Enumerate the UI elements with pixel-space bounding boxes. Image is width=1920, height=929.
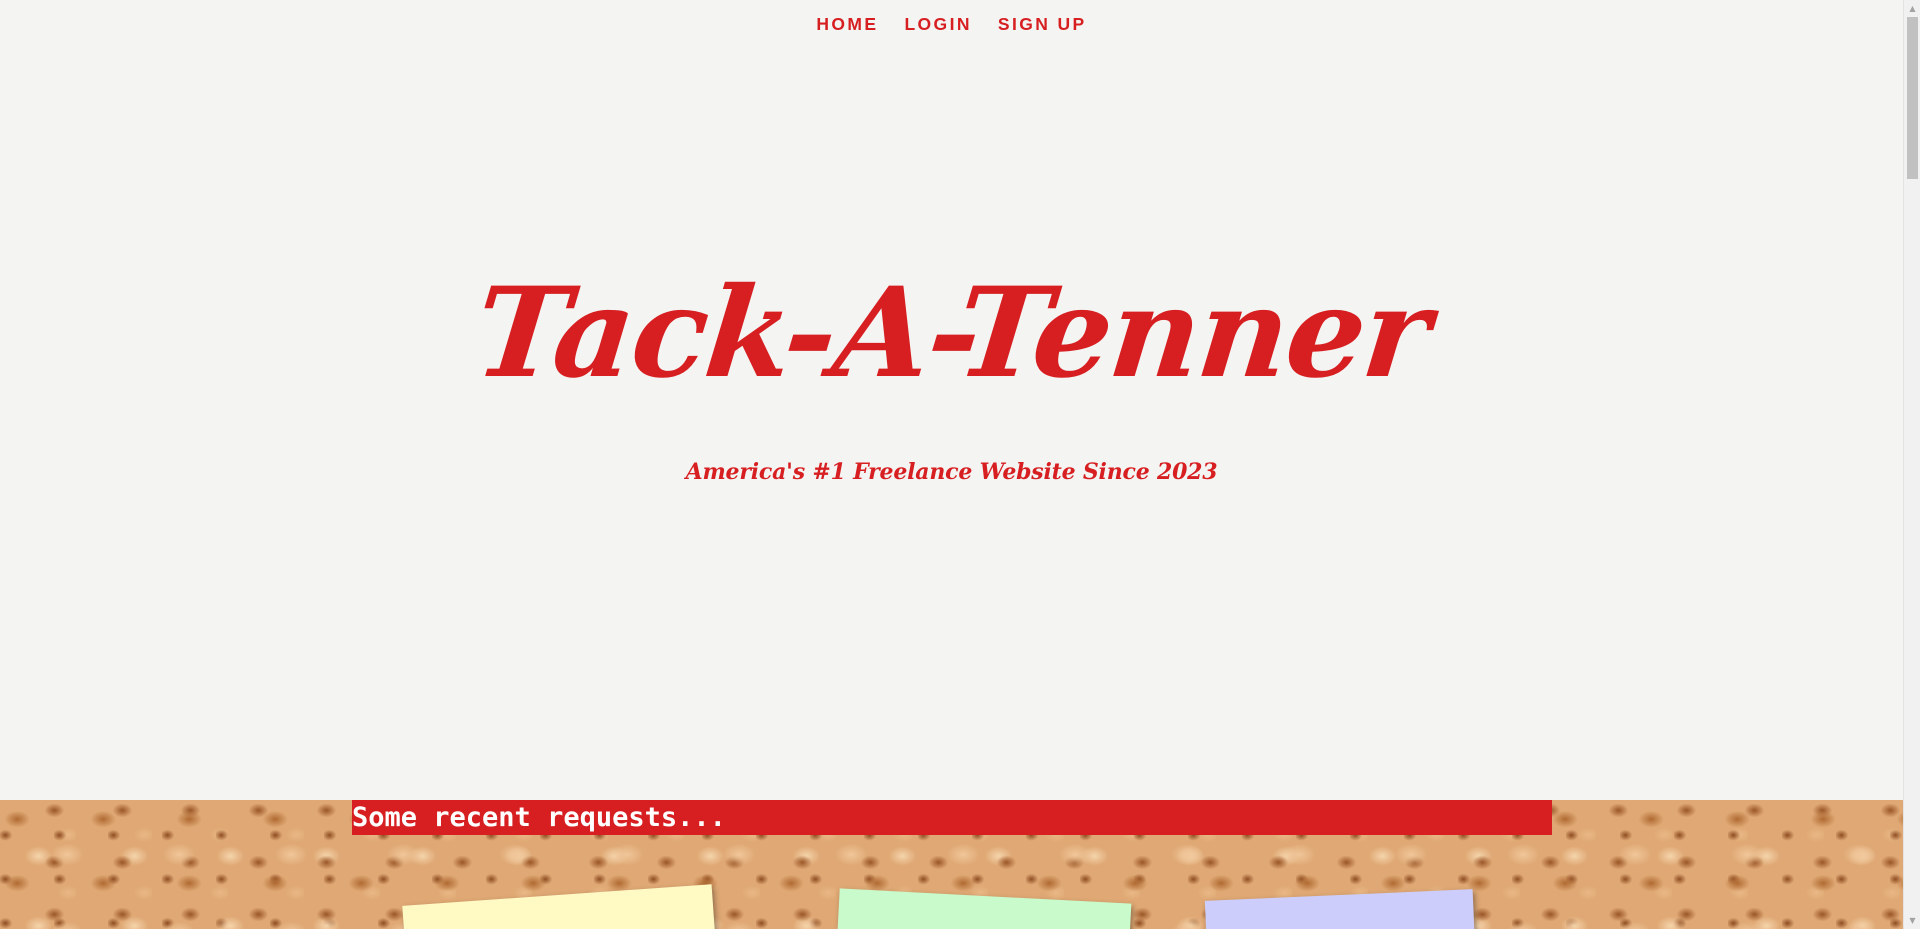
site-tagline: America's #1 Freelance Website Since 202…: [685, 459, 1218, 485]
site-title: Tack-A-Tenner: [468, 261, 1435, 406]
request-note-card[interactable]: [402, 884, 716, 929]
recent-requests-heading: Some recent requests...: [352, 800, 1552, 835]
chevron-up-icon[interactable]: ▲: [1904, 0, 1920, 17]
nav-signup-link[interactable]: SIGN UP: [998, 14, 1087, 35]
request-note-card[interactable]: [1204, 889, 1476, 929]
corkboard-section: Some recent requests...: [0, 800, 1903, 929]
request-note-card[interactable]: [836, 888, 1132, 929]
vertical-scrollbar[interactable]: ▲ ▼: [1903, 0, 1920, 929]
page: HOME LOGIN SIGN UP Tack-A-Tenner America…: [0, 0, 1903, 929]
top-navigation: HOME LOGIN SIGN UP: [0, 0, 1903, 48]
nav-home-link[interactable]: HOME: [816, 14, 878, 35]
scrollbar-thumb[interactable]: [1907, 17, 1918, 179]
chevron-down-icon[interactable]: ▼: [1904, 912, 1920, 929]
nav-login-link[interactable]: LOGIN: [904, 14, 971, 35]
